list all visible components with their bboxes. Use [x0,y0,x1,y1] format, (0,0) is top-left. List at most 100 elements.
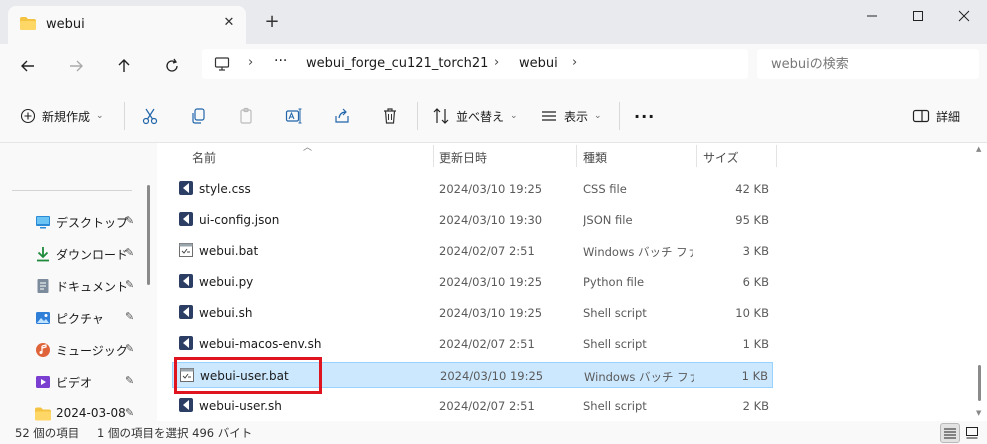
search-box[interactable] [757,49,979,79]
sidebar-item-desktop[interactable]: デスクトップ ✎ [0,208,148,236]
arrow-left-icon [21,60,34,72]
more-icon: ··· [634,106,656,126]
copy-button[interactable] [185,101,211,131]
minimize-icon [867,15,877,17]
refresh-button[interactable] [158,52,186,80]
sort-button-label: 並べ替え [456,109,505,124]
file-row[interactable]: style.css 2024/03/10 19:25 CSS file 42 K… [172,176,773,202]
pin-icon[interactable]: ✎ [125,310,134,323]
breadcrumb-item[interactable]: webui_forge_cu121_torch21 [306,56,488,71]
column-separator[interactable] [696,145,697,167]
sidebar-item-label: ミュージック [56,344,128,358]
more-options-button[interactable]: ··· [634,101,655,131]
column-separator[interactable] [576,145,577,167]
search-input[interactable] [771,49,971,79]
sidebar-item-music[interactable]: ミュージック ✎ [0,336,148,364]
file-row[interactable]: webui-user.sh 2024/02/07 2:51 Shell scri… [172,393,773,419]
video-icon [36,376,50,388]
close-tab-icon[interactable]: ✕ [220,14,238,32]
column-header-name[interactable]: 名前 [192,149,216,166]
toolbar-divider [417,102,418,130]
sidebar-item-downloads[interactable]: ダウンロード ✎ [0,240,148,268]
address-row: › ··· webui_forge_cu121_torch21 › webui … [0,44,987,88]
details-pane-label: 詳細 [936,109,961,124]
column-header-type[interactable]: 種類 [583,149,607,166]
back-button[interactable] [14,52,42,80]
chevron-right-icon[interactable]: › [572,55,577,70]
address-bar[interactable]: › ··· webui_forge_cu121_torch21 › webui … [202,49,748,79]
pin-icon[interactable]: ✎ [125,374,134,387]
up-button[interactable] [110,52,138,80]
file-name: ui-config.json [199,213,280,227]
new-tab-button[interactable]: + [262,12,282,32]
computer-icon [214,57,230,71]
file-modified: 2024/03/10 19:30 [439,213,543,227]
sidebar-item-pictures[interactable]: ピクチャ ✎ [0,304,148,332]
vertical-scrollbar[interactable]: ▲ ▼ [975,143,987,421]
tiles-view-button[interactable] [962,423,982,443]
file-size: 1 KB [741,369,768,383]
column-separator[interactable] [433,145,434,167]
tab-title: webui [46,17,85,32]
item-count: 52 個の項目 [15,426,80,440]
close-window-button[interactable] [941,0,987,32]
file-row[interactable]: webui.sh 2024/03/10 19:25 Shell script 1… [172,300,773,326]
nav-divider [12,190,132,191]
minimize-button[interactable] [849,0,895,32]
refresh-icon [166,58,178,72]
forward-button[interactable] [62,52,90,80]
file-modified: 2024/03/10 19:25 [439,182,543,196]
pin-icon[interactable]: ✎ [125,406,134,419]
sidebar-item-documents[interactable]: ドキュメント ✎ [0,272,148,300]
scroll-down-icon[interactable]: ▼ [976,409,981,417]
pin-icon[interactable]: ✎ [125,214,134,227]
selection-info: 1 個の項目を選択 496 バイト [97,426,253,440]
breadcrumb-item[interactable]: webui [519,56,558,71]
sidebar-item-videos[interactable]: ビデオ ✎ [0,368,148,396]
pin-icon[interactable]: ✎ [125,246,134,259]
details-view-button[interactable] [940,423,960,443]
rename-button[interactable] [281,101,307,131]
desktop-icon [36,216,50,229]
breadcrumb-overflow[interactable]: ··· [274,53,287,69]
share-button[interactable] [329,101,355,131]
arrow-right-icon [70,60,83,72]
file-modified: 2024/03/10 19:25 [439,306,543,320]
vscode-file-icon [179,336,193,350]
tab-webui[interactable]: webui ✕ [8,6,246,44]
trash-icon [384,108,396,124]
column-separator[interactable] [776,145,777,167]
file-row[interactable]: webui-macos-env.sh 2024/02/07 2:51 Shell… [172,331,773,357]
sidebar-item-label: ダウンロード [56,248,129,262]
music-icon [36,343,50,357]
column-header-size[interactable]: サイズ [703,149,739,166]
paste-button[interactable] [233,101,259,131]
details-pane-button[interactable]: 詳細 [912,101,960,131]
delete-button[interactable] [377,101,403,131]
cut-button[interactable] [137,101,163,131]
scrollbar-thumb[interactable] [978,365,981,401]
chevron-down-icon: ⌄ [594,111,602,121]
folder-icon [20,17,36,30]
file-row[interactable]: webui.py 2024/03/10 19:25 Python file 6 … [172,269,773,295]
sort-button[interactable]: 並べ替え ⌄ [432,101,518,131]
column-header-modified[interactable]: 更新日時 [439,149,487,166]
sidebar-item-label: ドキュメント [56,280,129,294]
file-type: Shell script [583,337,647,351]
file-type: Shell script [583,399,647,413]
pin-icon[interactable]: ✎ [125,278,134,291]
new-button-label: 新規作成 [42,109,91,124]
new-button[interactable]: 新規作成 ⌄ [20,101,104,131]
file-name: webui-user.sh [199,399,282,413]
sidebar-item-label: 2024-03-08 [56,406,126,420]
maximize-button[interactable] [895,0,941,32]
scroll-up-icon[interactable]: ▲ [976,145,981,153]
file-row[interactable]: ui-config.json 2024/03/10 19:30 JSON fil… [172,207,773,233]
file-name: webui.sh [199,306,253,320]
pin-icon[interactable]: ✎ [125,342,134,355]
file-row[interactable]: webui.bat 2024/02/07 2:51 Windows バッチ ファ… [172,238,773,264]
file-size: 95 KB [735,213,769,227]
view-button[interactable]: 表示 ⌄ [540,101,602,131]
file-type: CSS file [583,182,627,196]
annotation-highlight-box [174,357,322,394]
